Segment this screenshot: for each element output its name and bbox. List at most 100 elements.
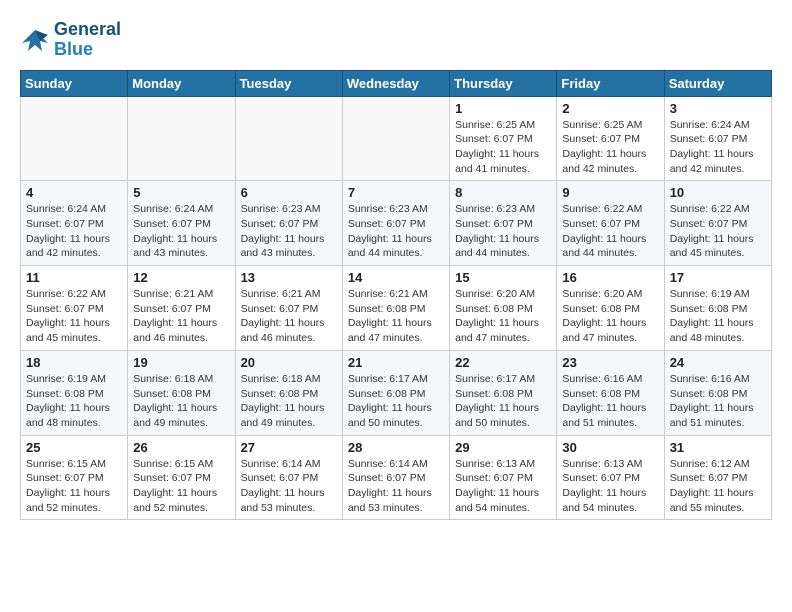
calendar-cell: 21 Sunrise: 6:17 AM Sunset: 6:08 PM Dayli… [342, 350, 449, 435]
day-number: 12 [133, 270, 229, 285]
day-header-wednesday: Wednesday [342, 70, 449, 96]
day-header-thursday: Thursday [450, 70, 557, 96]
calendar-week-4: 18Sunrise: 6:19 AM Sunset: 6:08 PM Dayli… [21, 350, 772, 435]
calendar-cell: 25 Sunrise: 6:15 AM Sunset: 6:07 PM Dayli… [21, 435, 128, 520]
calendar-cell: 30 Sunrise: 6:13 AM Sunset: 6:07 PM Dayli… [557, 435, 664, 520]
day-header-saturday: Saturday [664, 70, 771, 96]
day-info: Sunrise: 6:15 AM Sunset: 6:07 PM Dayligh… [133, 457, 229, 516]
calendar-cell [342, 96, 449, 181]
day-info: Sunrise: 6:13 AM Sunset: 6:07 PM Dayligh… [455, 457, 551, 516]
logo-text: General Blue [54, 20, 121, 60]
day-header-monday: Monday [128, 70, 235, 96]
day-header-tuesday: Tuesday [235, 70, 342, 96]
calendar-cell [128, 96, 235, 181]
calendar-cell: 15 Sunrise: 6:20 AM Sunset: 6:08 PM Dayli… [450, 266, 557, 351]
calendar-cell: 6 Sunrise: 6:23 AM Sunset: 6:07 PM Daylig… [235, 181, 342, 266]
calendar-cell: 1Sunrise: 6:25 AM Sunset: 6:07 PM Daylig… [450, 96, 557, 181]
day-number: 17 [670, 270, 766, 285]
day-number: 15 [455, 270, 551, 285]
day-info: Sunrise: 6:13 AM Sunset: 6:07 PM Dayligh… [562, 457, 658, 516]
calendar-cell: 12 Sunrise: 6:21 AM Sunset: 6:07 PM Dayli… [128, 266, 235, 351]
day-info: Sunrise: 6:24 AM Sunset: 6:07 PM Dayligh… [133, 202, 229, 261]
day-info: Sunrise: 6:14 AM Sunset: 6:07 PM Dayligh… [348, 457, 444, 516]
calendar-cell: 22 Sunrise: 6:17 AM Sunset: 6:08 PM Dayli… [450, 350, 557, 435]
day-info: Sunrise: 6:21 AM Sunset: 6:07 PM Dayligh… [133, 287, 229, 346]
day-number: 25 [26, 440, 122, 455]
calendar-cell: 24 Sunrise: 6:16 AM Sunset: 6:08 PM Dayli… [664, 350, 771, 435]
day-info: Sunrise: 6:21 AM Sunset: 6:07 PM Dayligh… [241, 287, 337, 346]
day-info: Sunrise: 6:17 AM Sunset: 6:08 PM Dayligh… [348, 372, 444, 431]
day-number: 31 [670, 440, 766, 455]
calendar-cell [21, 96, 128, 181]
day-number: 8 [455, 185, 551, 200]
day-header-friday: Friday [557, 70, 664, 96]
day-info: Sunrise: 6:18 AM Sunset: 6:08 PM Dayligh… [241, 372, 337, 431]
day-info: Sunrise: 6:20 AM Sunset: 6:08 PM Dayligh… [562, 287, 658, 346]
calendar-week-5: 25 Sunrise: 6:15 AM Sunset: 6:07 PM Dayli… [21, 435, 772, 520]
calendar-cell: 16 Sunrise: 6:20 AM Sunset: 6:08 PM Dayli… [557, 266, 664, 351]
calendar-cell: 11 Sunrise: 6:22 AM Sunset: 6:07 PM Dayli… [21, 266, 128, 351]
day-number: 19 [133, 355, 229, 370]
day-info: Sunrise: 6:23 AM Sunset: 6:07 PM Dayligh… [455, 202, 551, 261]
calendar-cell: 20 Sunrise: 6:18 AM Sunset: 6:08 PM Dayli… [235, 350, 342, 435]
day-number: 13 [241, 270, 337, 285]
day-number: 7 [348, 185, 444, 200]
calendar-cell: 2 Sunrise: 6:25 AM Sunset: 6:07 PM Daylig… [557, 96, 664, 181]
day-info: Sunrise: 6:23 AM Sunset: 6:07 PM Dayligh… [241, 202, 337, 261]
day-info: Sunrise: 6:25 AM Sunset: 6:07 PM Dayligh… [562, 118, 658, 177]
day-number: 22 [455, 355, 551, 370]
calendar-cell: 3 Sunrise: 6:24 AM Sunset: 6:07 PM Daylig… [664, 96, 771, 181]
day-number: 10 [670, 185, 766, 200]
day-info: Sunrise: 6:16 AM Sunset: 6:08 PM Dayligh… [562, 372, 658, 431]
calendar-cell: 28 Sunrise: 6:14 AM Sunset: 6:07 PM Dayli… [342, 435, 449, 520]
day-number: 11 [26, 270, 122, 285]
day-info: Sunrise: 6:20 AM Sunset: 6:08 PM Dayligh… [455, 287, 551, 346]
day-info: Sunrise: 6:21 AM Sunset: 6:08 PM Dayligh… [348, 287, 444, 346]
logo: General Blue [20, 20, 121, 60]
calendar-cell: 13 Sunrise: 6:21 AM Sunset: 6:07 PM Dayli… [235, 266, 342, 351]
calendar-cell: 5 Sunrise: 6:24 AM Sunset: 6:07 PM Daylig… [128, 181, 235, 266]
day-info: Sunrise: 6:24 AM Sunset: 6:07 PM Dayligh… [670, 118, 766, 177]
day-number: 21 [348, 355, 444, 370]
calendar-table: SundayMondayTuesdayWednesdayThursdayFrid… [20, 70, 772, 521]
day-number: 27 [241, 440, 337, 455]
calendar-cell: 31 Sunrise: 6:12 AM Sunset: 6:07 PM Dayli… [664, 435, 771, 520]
day-info: Sunrise: 6:22 AM Sunset: 6:07 PM Dayligh… [26, 287, 122, 346]
calendar-cell: 17 Sunrise: 6:19 AM Sunset: 6:08 PM Dayli… [664, 266, 771, 351]
day-number: 5 [133, 185, 229, 200]
day-number: 23 [562, 355, 658, 370]
day-number: 6 [241, 185, 337, 200]
calendar-cell: 10 Sunrise: 6:22 AM Sunset: 6:07 PM Dayli… [664, 181, 771, 266]
calendar-cell: 29 Sunrise: 6:13 AM Sunset: 6:07 PM Dayli… [450, 435, 557, 520]
page-header: General Blue [20, 20, 772, 60]
day-info: Sunrise: 6:14 AM Sunset: 6:07 PM Dayligh… [241, 457, 337, 516]
day-number: 30 [562, 440, 658, 455]
day-info: Sunrise: 6:25 AM Sunset: 6:07 PM Dayligh… [455, 118, 551, 177]
day-info: Sunrise: 6:22 AM Sunset: 6:07 PM Dayligh… [562, 202, 658, 261]
day-number: 28 [348, 440, 444, 455]
day-info: Sunrise: 6:19 AM Sunset: 6:08 PM Dayligh… [670, 287, 766, 346]
day-number: 3 [670, 101, 766, 116]
day-info: Sunrise: 6:12 AM Sunset: 6:07 PM Dayligh… [670, 457, 766, 516]
calendar-cell: 27 Sunrise: 6:14 AM Sunset: 6:07 PM Dayli… [235, 435, 342, 520]
day-number: 4 [26, 185, 122, 200]
day-info: Sunrise: 6:18 AM Sunset: 6:08 PM Dayligh… [133, 372, 229, 431]
day-number: 2 [562, 101, 658, 116]
day-number: 16 [562, 270, 658, 285]
day-info: Sunrise: 6:17 AM Sunset: 6:08 PM Dayligh… [455, 372, 551, 431]
day-info: Sunrise: 6:22 AM Sunset: 6:07 PM Dayligh… [670, 202, 766, 261]
day-info: Sunrise: 6:16 AM Sunset: 6:08 PM Dayligh… [670, 372, 766, 431]
day-number: 24 [670, 355, 766, 370]
day-number: 20 [241, 355, 337, 370]
calendar-cell: 18Sunrise: 6:19 AM Sunset: 6:08 PM Dayli… [21, 350, 128, 435]
calendar-cell [235, 96, 342, 181]
calendar-header-row: SundayMondayTuesdayWednesdayThursdayFrid… [21, 70, 772, 96]
day-number: 29 [455, 440, 551, 455]
calendar-cell: 7Sunrise: 6:23 AM Sunset: 6:07 PM Daylig… [342, 181, 449, 266]
day-info: Sunrise: 6:19 AM Sunset: 6:08 PM Dayligh… [26, 372, 122, 431]
day-info: Sunrise: 6:15 AM Sunset: 6:07 PM Dayligh… [26, 457, 122, 516]
calendar-cell: 19 Sunrise: 6:18 AM Sunset: 6:08 PM Dayli… [128, 350, 235, 435]
calendar-cell: 9Sunrise: 6:22 AM Sunset: 6:07 PM Daylig… [557, 181, 664, 266]
calendar-cell: 4Sunrise: 6:24 AM Sunset: 6:07 PM Daylig… [21, 181, 128, 266]
day-header-sunday: Sunday [21, 70, 128, 96]
